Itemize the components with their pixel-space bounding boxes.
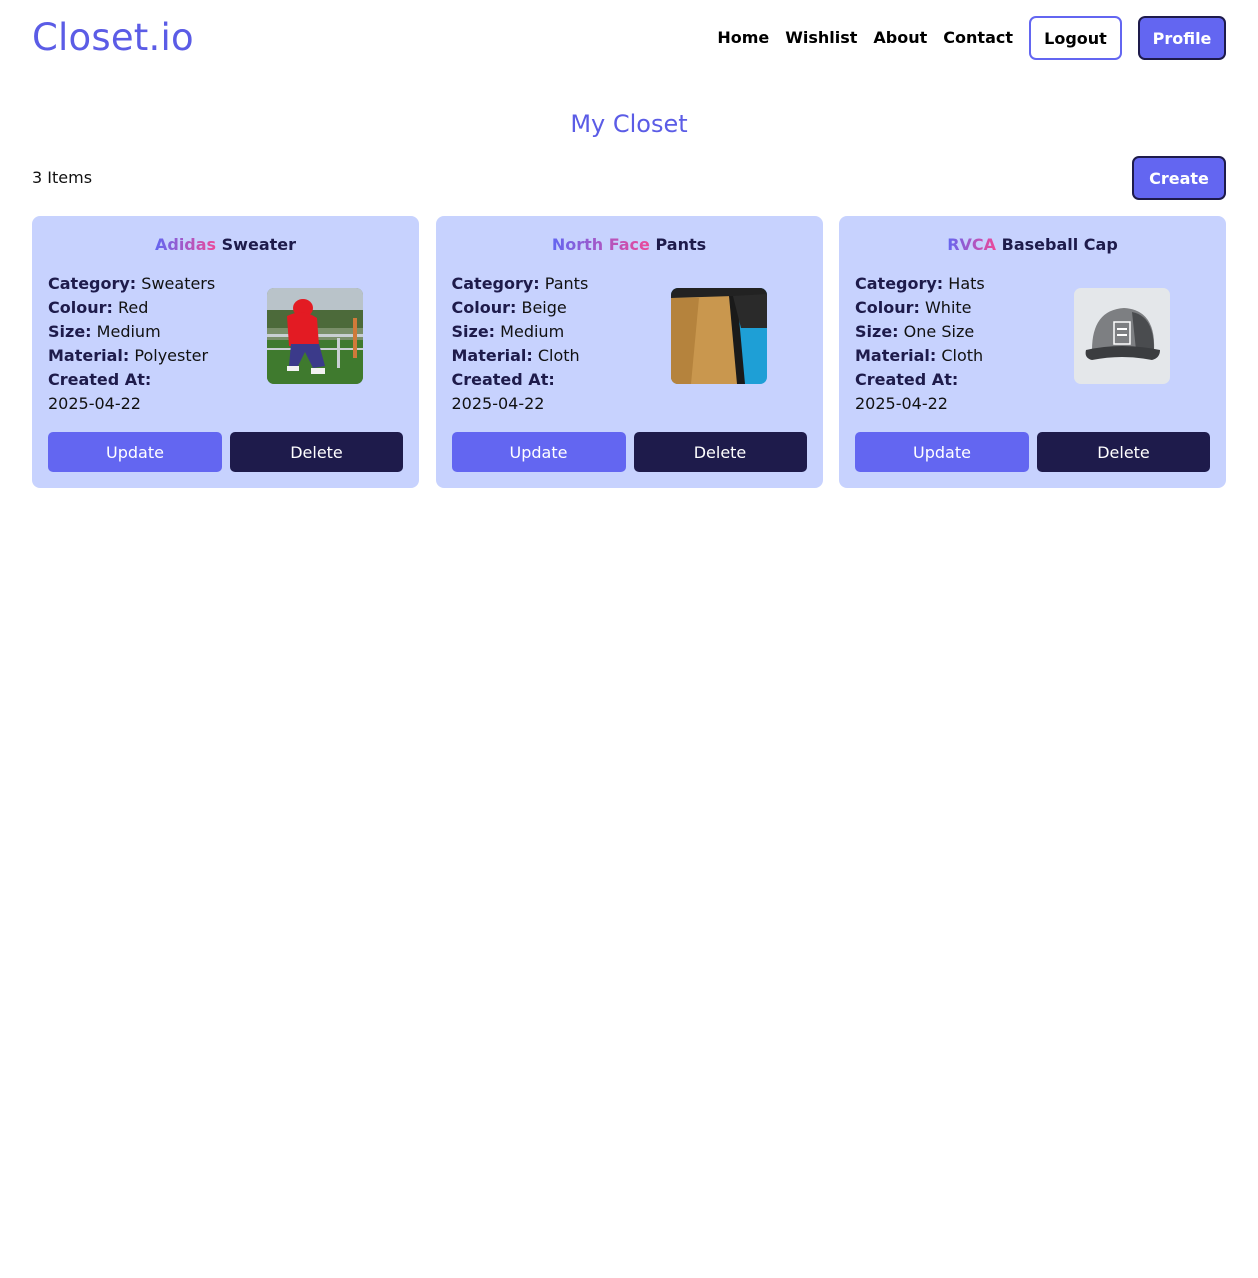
closet-grid: Adidas Sweater Category: Sweaters Colour… [32,216,1226,488]
category-label: Category: [855,274,944,293]
page-title: My Closet [570,110,688,138]
size-label: Size: [451,322,496,341]
profile-button[interactable]: Profile [1138,16,1226,60]
item-image [267,288,363,384]
item-actions: Update Delete [48,432,403,472]
size-label: Size: [48,322,92,341]
colour-label: Colour: [451,298,517,317]
nav-links: Home Wishlist About Contact Logout Profi… [717,16,1226,60]
material-label: Material: [48,346,130,365]
item-material-row: Material: Cloth [452,344,652,368]
item-name: Baseball Cap [1001,235,1118,254]
item-material-row: Material: Polyester [48,344,248,368]
category-label: Category: [451,274,540,293]
created-at-label: Created At: [48,370,152,389]
item-brand: Adidas [154,235,217,254]
item-title: North Face Pants [436,234,823,256]
size-label: Size: [855,322,899,341]
item-material: Cloth [941,346,984,365]
item-material-row: Material: Cloth [855,344,1055,368]
item-image [670,288,767,384]
create-button[interactable]: Create [1132,156,1226,200]
item-category: Pants [544,274,589,293]
item-size: Medium [96,322,161,341]
item-colour-row: Colour: Red [48,296,248,320]
item-created-at: 2025-04-22 [855,394,948,413]
item-colour-row: Colour: Beige [452,296,652,320]
item-size-row: Size: Medium [452,320,652,344]
item-category-row: Category: Sweaters [48,272,248,296]
closet-item-card: North Face Pants Category: Pants Colour:… [435,216,823,488]
nav-link-wishlist[interactable]: Wishlist [785,16,857,60]
item-actions: Update Delete [451,432,807,472]
nav-link-about[interactable]: About [873,16,927,60]
item-colour: Beige [521,298,567,317]
material-label: Material: [855,346,937,365]
logout-button[interactable]: Logout [1029,16,1122,60]
item-category-row: Category: Hats [855,272,1055,296]
colour-label: Colour: [855,298,920,317]
item-name: Pants [655,235,707,254]
colour-label: Colour: [48,298,113,317]
item-size: One Size [903,322,975,341]
created-at-label: Created At: [855,370,959,389]
item-created-at: 2025-04-22 [48,394,141,413]
item-details: Category: Hats Colour: White Size: One S… [855,272,1055,416]
update-button[interactable]: Update [451,432,626,472]
item-size-row: Size: One Size [855,320,1055,344]
item-colour: White [924,298,972,317]
item-material: Polyester [134,346,209,365]
item-colour-row: Colour: White [855,296,1055,320]
item-size: Medium [500,322,565,341]
closet-item-card: RVCA Baseball Cap Category: Hats Colour:… [839,216,1226,488]
update-button[interactable]: Update [855,432,1029,472]
item-category: Hats [948,274,985,293]
item-title: RVCA Baseball Cap [839,234,1226,256]
created-at-label: Created At: [451,370,555,389]
nav-link-home[interactable]: Home [717,16,769,60]
category-label: Category: [48,274,137,293]
delete-button[interactable]: Delete [230,432,403,472]
app-logo[interactable]: Closet.io [32,14,194,62]
item-category-row: Category: Pants [452,272,652,296]
item-created-at: 2025-04-22 [451,394,545,413]
nav-link-contact[interactable]: Contact [943,16,1013,60]
item-title: Adidas Sweater [32,234,419,256]
item-actions: Update Delete [855,432,1210,472]
item-brand: North Face [551,235,650,254]
item-size-row: Size: Medium [48,320,248,344]
item-count: 3 Items [32,168,93,187]
material-label: Material: [451,346,533,365]
closet-item-card: Adidas Sweater Category: Sweaters Colour… [32,216,419,488]
item-colour: Red [117,298,149,317]
navbar: Closet.io Home Wishlist About Contact Lo… [0,0,1258,78]
item-name: Sweater [221,235,296,254]
item-brand: RVCA [947,235,997,254]
delete-button[interactable]: Delete [633,432,807,472]
item-material: Cloth [537,346,580,365]
delete-button[interactable]: Delete [1037,432,1210,472]
item-category: Sweaters [141,274,216,293]
item-details: Category: Pants Colour: Beige Size: Medi… [452,272,652,416]
update-button[interactable]: Update [48,432,222,472]
item-image [1074,288,1170,384]
item-details: Category: Sweaters Colour: Red Size: Med… [48,272,248,416]
